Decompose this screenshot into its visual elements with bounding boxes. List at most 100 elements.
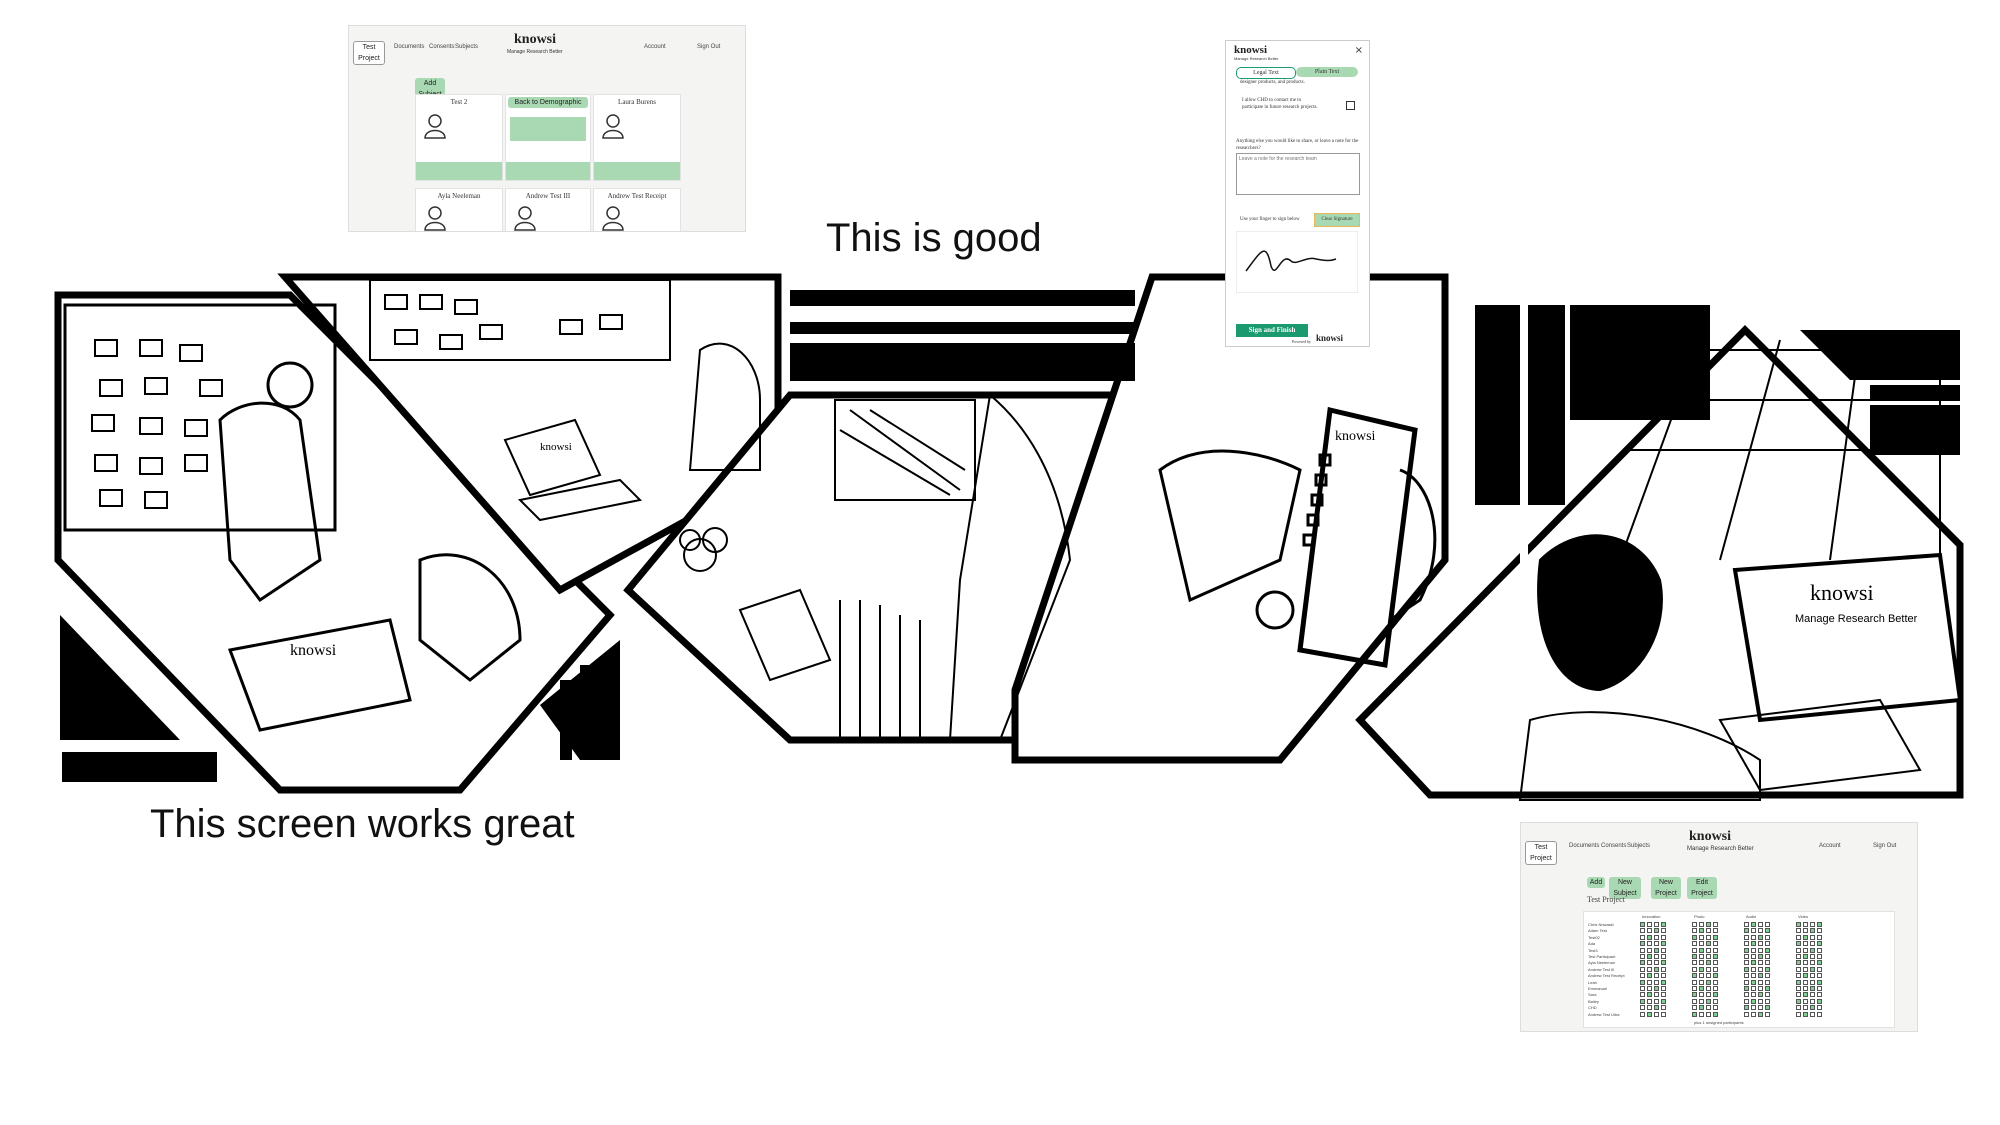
consent-checkbox[interactable] xyxy=(1699,1011,1704,1017)
consent-checkbox[interactable] xyxy=(1765,960,1770,966)
consent-checkbox[interactable] xyxy=(1654,979,1659,985)
consent-checkbox[interactable] xyxy=(1640,966,1645,972)
clear-signature-button[interactable]: Clear Signature xyxy=(1314,213,1360,227)
consent-checkbox[interactable] xyxy=(1758,941,1763,947)
consent-checkbox[interactable] xyxy=(1647,1011,1652,1017)
consent-checkbox[interactable] xyxy=(1744,960,1749,966)
consent-checkbox[interactable] xyxy=(1765,992,1770,998)
consent-checkbox[interactable] xyxy=(1817,979,1822,985)
consent-checkbox[interactable] xyxy=(1817,934,1822,940)
consent-checkbox[interactable] xyxy=(1765,966,1770,972)
nav-link-subjects[interactable]: Subjects xyxy=(1627,843,1650,849)
consent-checkbox[interactable] xyxy=(1647,966,1652,972)
consent-checkbox[interactable] xyxy=(1810,928,1815,934)
consent-checkbox[interactable] xyxy=(1699,979,1704,985)
consent-checkbox[interactable] xyxy=(1796,960,1801,966)
consent-checkbox[interactable] xyxy=(1661,979,1666,985)
consent-checkbox[interactable] xyxy=(1699,928,1704,934)
consent-checkbox[interactable] xyxy=(1803,934,1808,940)
consent-checkbox[interactable] xyxy=(1817,960,1822,966)
consent-checkbox[interactable] xyxy=(1647,998,1652,1004)
consent-checkbox[interactable] xyxy=(1699,954,1704,959)
nav-link-consents[interactable]: Consents xyxy=(429,44,454,50)
consent-checkbox[interactable] xyxy=(1751,941,1756,947)
consent-checkbox[interactable] xyxy=(1744,966,1749,972)
consent-checkbox[interactable] xyxy=(1692,1005,1697,1011)
consent-checkbox[interactable] xyxy=(1744,1005,1749,1011)
consent-checkbox[interactable] xyxy=(1692,928,1697,934)
consent-checkbox[interactable] xyxy=(1654,986,1659,991)
consent-checkbox[interactable] xyxy=(1817,1011,1822,1017)
consent-checkbox[interactable] xyxy=(1692,986,1697,991)
consent-checkbox[interactable] xyxy=(1817,992,1822,998)
consent-checkbox[interactable] xyxy=(1810,960,1815,966)
consent-checkbox[interactable] xyxy=(1765,998,1770,1004)
consent-checkbox[interactable] xyxy=(1692,992,1697,998)
nav-link-signout[interactable]: Sign Out xyxy=(1873,843,1896,849)
consent-checkbox[interactable] xyxy=(1706,941,1711,947)
consent-checkbox[interactable] xyxy=(1810,998,1815,1004)
card-action-bar[interactable] xyxy=(416,162,502,180)
consent-checkbox[interactable] xyxy=(1817,941,1822,947)
consent-checkbox[interactable] xyxy=(1751,986,1756,991)
card-action-bar[interactable] xyxy=(506,162,590,180)
consent-checkbox[interactable] xyxy=(1654,954,1659,959)
consent-checkbox[interactable] xyxy=(1751,998,1756,1004)
consent-checkbox[interactable] xyxy=(1654,960,1659,966)
consent-checkbox[interactable] xyxy=(1692,934,1697,940)
consent-checkbox[interactable] xyxy=(1713,992,1718,998)
consent-checkbox[interactable] xyxy=(1661,941,1666,947)
consent-checkbox[interactable] xyxy=(1796,941,1801,947)
consent-checkbox[interactable] xyxy=(1713,998,1718,1004)
consent-checkbox[interactable] xyxy=(1803,979,1808,985)
consent-checkbox[interactable] xyxy=(1640,979,1645,985)
consent-checkbox[interactable] xyxy=(1758,998,1763,1004)
consent-checkbox[interactable] xyxy=(1640,973,1645,979)
consent-checkbox[interactable] xyxy=(1713,922,1718,927)
consent-checkbox[interactable] xyxy=(1810,966,1815,972)
consent-checkbox[interactable] xyxy=(1765,1005,1770,1011)
back-to-demographic-button[interactable]: Back to Demographic xyxy=(508,97,588,108)
consent-checkbox[interactable] xyxy=(1803,928,1808,934)
consent-checkbox[interactable] xyxy=(1647,986,1652,991)
consent-checkbox[interactable] xyxy=(1817,954,1822,959)
consent-checkbox[interactable] xyxy=(1817,986,1822,991)
consent-checkbox[interactable] xyxy=(1758,979,1763,985)
consent-checkbox[interactable] xyxy=(1706,922,1711,927)
consent-checkbox[interactable] xyxy=(1647,954,1652,959)
consent-checkbox[interactable] xyxy=(1765,954,1770,959)
consent-checkbox[interactable] xyxy=(1803,992,1808,998)
consent-checkbox[interactable] xyxy=(1699,934,1704,940)
consent-checkbox[interactable] xyxy=(1758,1005,1763,1011)
consent-checkbox[interactable] xyxy=(1810,979,1815,985)
consent-checkbox[interactable] xyxy=(1661,998,1666,1004)
consent-checkbox[interactable] xyxy=(1647,922,1652,927)
consent-checkbox[interactable] xyxy=(1661,966,1666,972)
consent-checkbox[interactable] xyxy=(1692,973,1697,979)
consent-checkbox[interactable] xyxy=(1758,947,1763,953)
nav-link-documents[interactable]: Documents xyxy=(394,44,424,50)
consent-checkbox[interactable] xyxy=(1706,947,1711,953)
consent-checkbox[interactable] xyxy=(1810,954,1815,959)
consent-checkbox[interactable] xyxy=(1699,992,1704,998)
consent-checkbox[interactable] xyxy=(1810,934,1815,940)
consent-checkbox[interactable] xyxy=(1713,966,1718,972)
consent-checkbox[interactable] xyxy=(1803,954,1808,959)
consent-checkbox[interactable] xyxy=(1817,928,1822,934)
consent-checkbox[interactable] xyxy=(1713,934,1718,940)
consent-checkbox[interactable] xyxy=(1765,947,1770,953)
add-button[interactable]: Add xyxy=(1587,877,1605,888)
consent-checkbox[interactable] xyxy=(1765,979,1770,985)
consent-checkbox[interactable] xyxy=(1661,954,1666,959)
consent-checkbox[interactable] xyxy=(1744,941,1749,947)
consent-checkbox[interactable] xyxy=(1647,960,1652,966)
consent-checkbox[interactable] xyxy=(1796,973,1801,979)
consent-checkbox[interactable] xyxy=(1751,966,1756,972)
consent-checkbox[interactable] xyxy=(1810,941,1815,947)
consent-checkbox[interactable] xyxy=(1640,1011,1645,1017)
nav-link-documents[interactable]: Documents xyxy=(1569,843,1599,849)
consent-checkbox[interactable] xyxy=(1692,1011,1697,1017)
consent-checkbox[interactable] xyxy=(1758,986,1763,991)
consent-checkbox[interactable] xyxy=(1758,928,1763,934)
consent-checkbox[interactable] xyxy=(1654,973,1659,979)
